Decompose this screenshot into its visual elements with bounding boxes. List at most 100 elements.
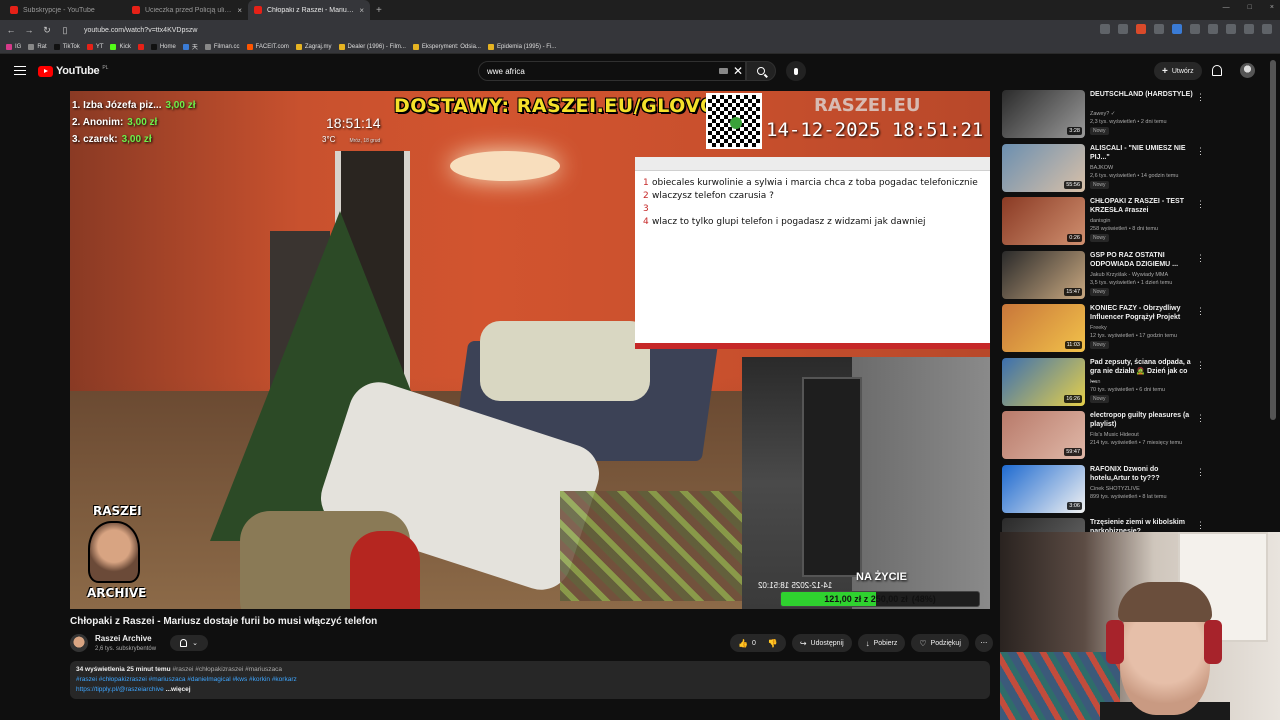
media-icon[interactable]: [1244, 24, 1254, 34]
bookmark-item[interactable]: TikTok: [53, 43, 80, 50]
page-scrollbar[interactable]: [1270, 60, 1276, 420]
video-thumbnail[interactable]: 16:26: [1002, 357, 1085, 406]
cast-icon[interactable]: [1100, 24, 1110, 34]
bookmark-item[interactable]: YT: [86, 43, 103, 50]
video-thumbnail[interactable]: 3:28: [1002, 90, 1085, 138]
more-options-icon[interactable]: ⋮: [1196, 413, 1205, 424]
bookmark-item[interactable]: 天: [182, 42, 198, 51]
browser-menu-icon[interactable]: [1262, 24, 1272, 34]
bookmark-page-icon[interactable]: ▯: [58, 23, 72, 37]
share-icon[interactable]: [1118, 24, 1128, 34]
recommendation-item[interactable]: 0:26 CHŁOPAKI Z RASZEI - TEST KRZESŁA #r…: [1002, 197, 1205, 251]
extension-icon[interactable]: [1154, 24, 1164, 34]
shield-extension-icon[interactable]: [1136, 24, 1146, 34]
more-options-icon[interactable]: ⋮: [1196, 92, 1205, 103]
like-button[interactable]: 👍 0 👎: [730, 634, 786, 652]
hashtags[interactable]: #raszei #chłopakizraszei #mariuszaca #da…: [76, 675, 984, 685]
more-options-icon[interactable]: ⋮: [1196, 306, 1205, 317]
video-thumbnail[interactable]: 59:47: [1002, 411, 1085, 459]
bookmark-item[interactable]: Kick: [110, 43, 131, 50]
extension-icon[interactable]: [1172, 24, 1182, 34]
youtube-logo[interactable]: YouTube PL: [38, 65, 108, 77]
bookmark-item[interactable]: [137, 43, 144, 50]
notifications-bell-icon[interactable]: [1212, 65, 1222, 76]
thanks-button[interactable]: ♡ Podziękuj: [911, 634, 969, 652]
more-options-icon[interactable]: ⋮: [1196, 199, 1205, 210]
create-button[interactable]: + Utwórz: [1154, 62, 1202, 80]
browser-tab-active[interactable]: Chłopaki z Raszei - Mariusz d... ×: [248, 0, 370, 20]
new-tab-button[interactable]: +: [376, 5, 382, 16]
hamburger-menu-icon[interactable]: [14, 66, 26, 75]
share-button[interactable]: ↪ Udostępnij: [791, 634, 852, 652]
tipply-link[interactable]: https://tipply.pl/@raszeiarchive: [76, 686, 164, 693]
browser-tab[interactable]: Subskrypcje - YouTube: [4, 0, 126, 20]
subscription-notifications-button[interactable]: ⌄: [170, 635, 208, 651]
bookmark-item[interactable]: Zagraj.my: [295, 43, 332, 50]
recommendation-item[interactable]: 3:28 DEUTSCHLAND (HARDSTYLE) Zawey? ✓ 2,…: [1002, 90, 1205, 144]
recommendation-channel[interactable]: BAJKOW: [1090, 165, 1113, 171]
bookmark-item[interactable]: Eksperyment: Odsia...: [412, 43, 481, 50]
more-options-icon[interactable]: ⋮: [1196, 360, 1205, 371]
recommendation-channel[interactable]: Zawey? ✓: [1090, 111, 1115, 117]
minimize-icon[interactable]: —: [1223, 4, 1230, 11]
recommendation-channel[interactable]: Freeky: [1090, 325, 1107, 331]
clear-search-icon[interactable]: ✕: [733, 64, 743, 78]
video-thumbnail[interactable]: 3:06: [1002, 464, 1085, 513]
recommendation-title[interactable]: KONIEC FAZY - Obrzydliwy Influencer Pogr…: [1090, 304, 1194, 322]
more-options-icon[interactable]: ⋮: [1196, 253, 1205, 264]
video-description[interactable]: 34 wyświetlenia 25 minut temu #raszei #c…: [70, 661, 990, 699]
more-options-icon[interactable]: ⋮: [1196, 520, 1205, 531]
account-avatar[interactable]: [1240, 63, 1255, 78]
recommendation-title[interactable]: ALISCALI - "NIE UMIESZ NIE PIJ...": [1090, 144, 1194, 162]
bookmark-item[interactable]: Filman.cc: [204, 43, 240, 50]
show-more-link[interactable]: ...więcej: [166, 686, 191, 693]
bookmark-item[interactable]: Dealer (1996) - Film...: [338, 43, 406, 50]
search-button[interactable]: [746, 61, 776, 81]
recommendation-title[interactable]: RAFONIX Dzwoni do hotelu,Artur to ty???: [1090, 465, 1194, 483]
more-actions-button[interactable]: ⋯: [974, 634, 993, 652]
profile-icon[interactable]: [1226, 24, 1236, 34]
more-options-icon[interactable]: ⋮: [1196, 467, 1205, 478]
channel-avatar[interactable]: [70, 634, 88, 652]
video-thumbnail[interactable]: 15:47: [1002, 250, 1085, 299]
keyboard-icon[interactable]: [719, 68, 728, 74]
recommendation-channel[interactable]: Jakub Krzyślak - Wywiady MMA: [1090, 272, 1168, 278]
reload-icon[interactable]: ↻: [40, 23, 54, 37]
bookmark-item[interactable]: Rat: [28, 43, 47, 50]
close-window-icon[interactable]: ×: [1270, 4, 1274, 11]
download-button[interactable]: ↓ Pobierz: [857, 634, 906, 652]
video-thumbnail[interactable]: 11:03: [1002, 304, 1085, 352]
voice-search-button[interactable]: [786, 61, 806, 81]
recommendation-channel[interactable]: Fils's Music Hideout: [1090, 432, 1139, 438]
channel-name[interactable]: Raszei Archive: [95, 634, 152, 643]
recommendation-channel[interactable]: Ivan: [1090, 379, 1100, 385]
video-thumbnail[interactable]: 55:56: [1002, 143, 1085, 192]
recommendation-title[interactable]: CHŁOPAKI Z RASZEI - TEST KRZESŁA #raszei: [1090, 197, 1194, 215]
url-field[interactable]: youtube.com/watch?v=ttx4KVDpszw: [84, 27, 197, 34]
video-player[interactable]: 1. Izba Józefa piz... 3,00 zł 2. Anonim: 3…: [70, 91, 990, 609]
search-input[interactable]: wwe africa: [478, 61, 746, 81]
bookmark-item[interactable]: Home: [150, 43, 176, 50]
recommendation-title[interactable]: Pad zepsuty, ściana odpada, a gra nie dz…: [1090, 358, 1194, 385]
recommendation-channel[interactable]: danisgin: [1090, 218, 1111, 224]
back-icon[interactable]: ←: [4, 23, 18, 37]
thumbs-down-icon[interactable]: 👎: [768, 639, 778, 648]
bookmark-item[interactable]: FACEIT.com: [246, 43, 289, 50]
recommendation-item[interactable]: 16:26 Pad zepsuty, ściana odpada, a gra …: [1002, 357, 1205, 412]
recommendation-title[interactable]: DEUTSCHLAND (HARDSTYLE): [1090, 90, 1194, 99]
browser-tab[interactable]: Ucieczka przed Policją ulicami Wars... ×: [126, 0, 248, 20]
bookmark-item[interactable]: IG: [6, 43, 21, 50]
video-thumbnail[interactable]: 0:26: [1002, 197, 1085, 245]
puzzle-icon[interactable]: [1190, 24, 1200, 34]
download-icon[interactable]: [1208, 24, 1218, 34]
close-tab-icon[interactable]: ×: [237, 6, 242, 15]
close-tab-icon[interactable]: ×: [359, 6, 364, 15]
recommendation-item[interactable]: 15:47 GSP PO RAZ OSTATNI ODPOWIADA DZIGI…: [1002, 250, 1205, 305]
recommendation-item[interactable]: 59:47 electropop guilty pleasures (a pla…: [1002, 411, 1205, 465]
recommendation-item[interactable]: 3:06 RAFONIX Dzwoni do hotelu,Artur to t…: [1002, 464, 1205, 519]
forward-icon[interactable]: →: [22, 23, 36, 37]
recommendation-item[interactable]: 55:56 ALISCALI - "NIE UMIESZ NIE PIJ..."…: [1002, 143, 1205, 198]
recommendation-title[interactable]: electropop guilty pleasures (a playlist): [1090, 411, 1194, 429]
recommendation-title[interactable]: GSP PO RAZ OSTATNI ODPOWIADA DZIGIEMU ..…: [1090, 251, 1194, 269]
more-options-icon[interactable]: ⋮: [1196, 146, 1205, 157]
